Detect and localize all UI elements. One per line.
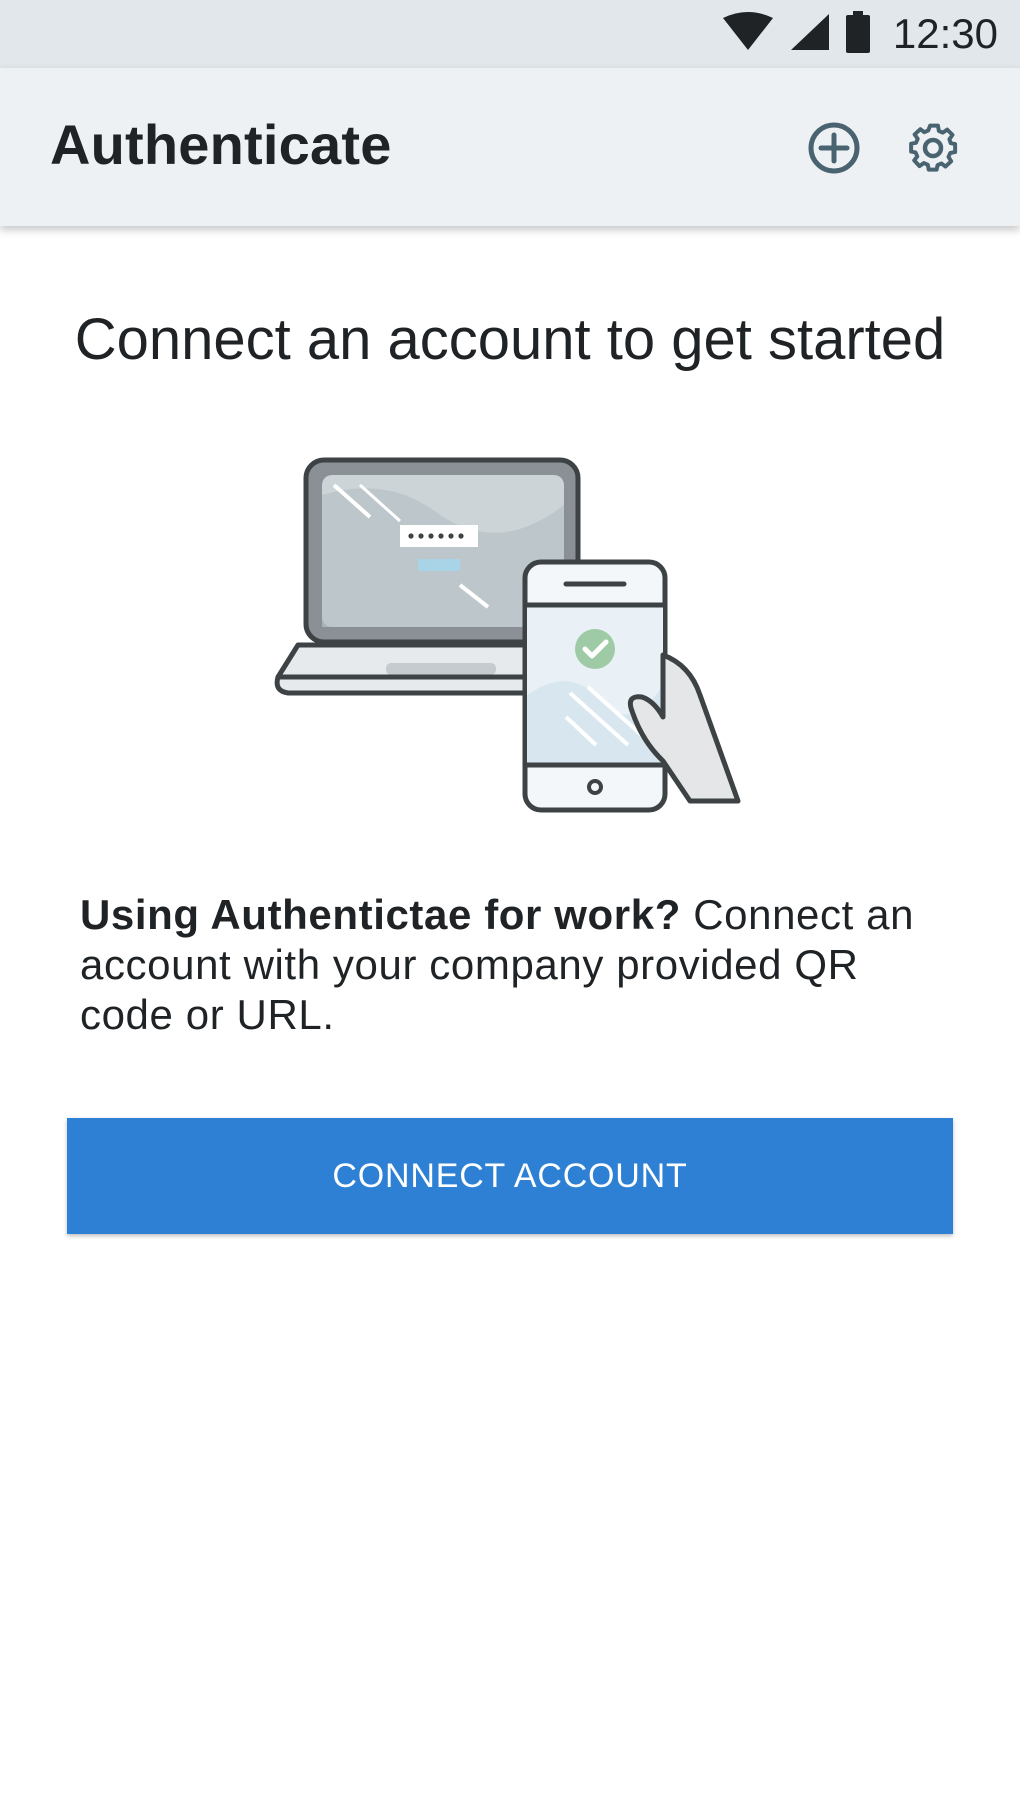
headline: Connect an account to get started bbox=[74, 307, 946, 372]
status-icons: 12:30 bbox=[721, 0, 998, 68]
laptop-and-phone-illustration bbox=[270, 455, 750, 825]
settings-button[interactable] bbox=[901, 118, 965, 182]
description-bold: Using Authentictae for work? bbox=[80, 891, 681, 938]
battery-icon bbox=[845, 10, 871, 58]
connect-account-button[interactable]: CONNECT ACCOUNT bbox=[67, 1118, 953, 1234]
phone-illustration bbox=[522, 559, 668, 813]
add-account-button[interactable] bbox=[802, 118, 866, 182]
gear-icon bbox=[905, 120, 961, 181]
page-title: Authenticate bbox=[50, 113, 392, 176]
status-time: 12:30 bbox=[892, 10, 998, 57]
plus-circle-icon bbox=[806, 120, 862, 181]
description-text: Using Authentictae for work? Connect an … bbox=[80, 890, 960, 1040]
status-bar: 12:30 bbox=[0, 0, 1020, 68]
cellular-signal-icon bbox=[789, 12, 831, 57]
wifi-icon bbox=[721, 11, 775, 57]
app-bar: Authenticate bbox=[0, 68, 1020, 226]
